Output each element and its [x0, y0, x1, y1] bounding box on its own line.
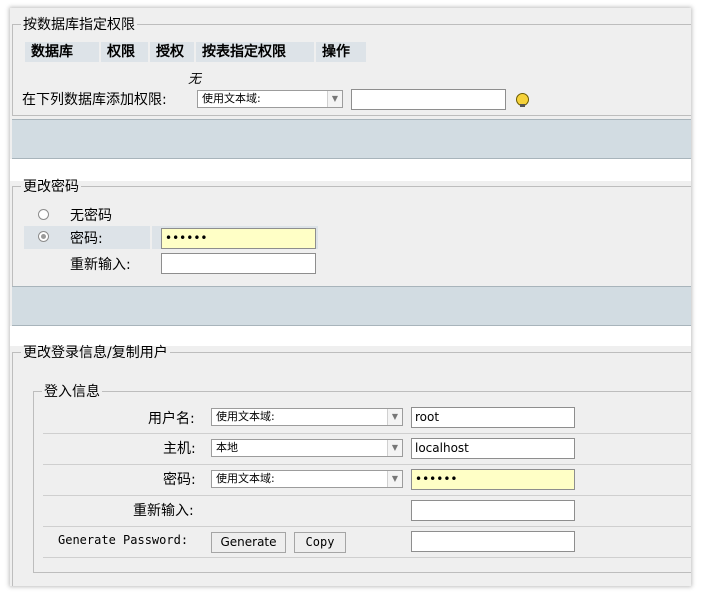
login-password-label: 密码: [163, 472, 196, 488]
username-input[interactable]: root [411, 407, 575, 428]
username-select[interactable]: 使用文本域: ▼ [211, 408, 403, 426]
password-input[interactable]: •••••• [161, 228, 316, 249]
reenter-password-input[interactable] [161, 253, 316, 274]
chevron-down-icon: ▼ [387, 409, 402, 425]
copy-button[interactable]: Copy [294, 532, 346, 553]
chevron-down-icon: ▼ [327, 91, 342, 107]
chevron-down-icon: ▼ [387, 440, 402, 456]
chevron-down-icon: ▼ [387, 471, 402, 487]
header-database[interactable]: 数据库 [25, 42, 99, 62]
header-action[interactable]: 操作 [316, 42, 366, 62]
db-privileges-legend: 按数据库指定权限 [23, 17, 135, 33]
host-input[interactable]: localhost [411, 438, 575, 459]
login-password-select[interactable]: 使用文本域: ▼ [211, 470, 403, 488]
login-info-legend: 登入信息 [44, 384, 100, 400]
row-divider [43, 433, 691, 434]
login-password-input[interactable]: •••••• [411, 469, 575, 490]
change-login-legend: 更改登录信息/复制用户 [23, 345, 168, 361]
username-label: 用户名: [148, 411, 195, 427]
no-password-label: 无密码 [70, 208, 112, 224]
row-divider [43, 464, 691, 465]
host-label: 主机: [163, 441, 196, 457]
host-select[interactable]: 本地 ▼ [211, 439, 403, 457]
empty-note: 无 [188, 72, 202, 87]
add-privileges-label: 在下列数据库添加权限: [22, 92, 167, 108]
generate-password-label: Generate Password: [58, 533, 189, 547]
header-privileges[interactable]: 权限 [101, 42, 148, 62]
login-reenter-input[interactable] [411, 500, 575, 521]
header-grant[interactable]: 授权 [150, 42, 194, 62]
privileges-panel: 按数据库指定权限 数据库 权限 授权 按表指定权限 操作 无 在下列数据库添加权… [10, 8, 691, 586]
row-divider [43, 526, 691, 527]
form-footer-band [12, 286, 691, 326]
password-label: 密码: [70, 231, 103, 247]
database-select[interactable]: 使用文本域: ▼ [197, 90, 343, 108]
database-text-input[interactable] [351, 89, 506, 110]
row-divider [43, 557, 691, 558]
reenter-password-label: 重新输入: [70, 257, 131, 273]
generated-password-input[interactable] [411, 531, 575, 552]
form-footer-band [12, 119, 691, 159]
change-password-legend: 更改密码 [23, 179, 79, 195]
row-divider [43, 495, 691, 496]
generate-button[interactable]: Generate [211, 532, 286, 553]
no-password-radio[interactable] [38, 209, 49, 220]
lightbulb-icon[interactable] [516, 93, 529, 107]
header-table-privileges[interactable]: 按表指定权限 [196, 42, 314, 62]
password-radio[interactable] [38, 231, 49, 242]
login-reenter-label: 重新输入: [133, 503, 194, 519]
